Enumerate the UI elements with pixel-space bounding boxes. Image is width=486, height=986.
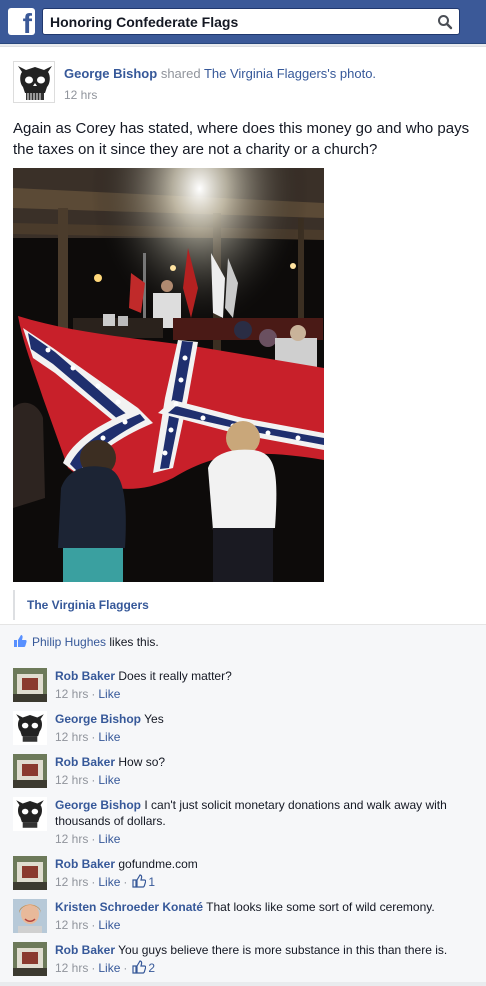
comment-like-count[interactable]: 1 xyxy=(148,875,155,889)
comment-author-link[interactable]: Kristen Schroeder Konaté xyxy=(55,900,203,914)
comment-text: gofundme.com xyxy=(118,857,198,871)
skull-avatar-icon xyxy=(13,711,47,745)
page-name-link[interactable]: The Virginia Flaggers xyxy=(204,66,327,81)
possessive[interactable]: 's xyxy=(327,66,336,81)
comment-time[interactable]: 12 hrs xyxy=(55,918,88,932)
comment-time[interactable]: 12 hrs xyxy=(55,730,88,744)
post-photo[interactable] xyxy=(13,168,324,582)
avatar[interactable] xyxy=(13,899,47,933)
post-author-link[interactable]: George Bishop xyxy=(64,66,157,81)
likes-text: likes this. xyxy=(106,635,159,649)
like-button[interactable]: Like xyxy=(98,961,120,975)
avatar[interactable] xyxy=(13,856,47,890)
rob-baker-avatar-icon xyxy=(13,856,47,890)
rob-baker-avatar-icon xyxy=(13,668,47,702)
comment-time[interactable]: 12 hrs xyxy=(55,687,88,701)
comment-text: How so? xyxy=(118,755,166,769)
comment-author-link[interactable]: Rob Baker xyxy=(55,669,115,683)
post-text: Again as Corey has stated, where does th… xyxy=(13,120,470,158)
post-timestamp[interactable]: 12 hrs xyxy=(64,88,97,102)
avatar[interactable] xyxy=(13,942,47,976)
rob-baker-avatar-icon xyxy=(13,754,47,788)
comments-section: Rob Baker Does it really matter? 12 hrs ·… xyxy=(0,658,486,982)
like-button[interactable]: Like xyxy=(98,730,120,744)
thumbs-up-icon xyxy=(132,874,147,888)
photo-link[interactable]: photo. xyxy=(340,66,376,81)
skull-avatar-icon xyxy=(14,62,54,102)
comment-text: You guys believe there is more substance… xyxy=(118,943,448,957)
comment-time[interactable]: 12 hrs xyxy=(55,832,88,846)
photo-attribution: The Virginia Flaggers xyxy=(13,590,149,620)
comment-author-link[interactable]: George Bishop xyxy=(55,798,141,812)
flag-photo-image xyxy=(13,168,324,582)
like-button[interactable]: Like xyxy=(98,687,120,701)
comment-author-link[interactable]: Rob Baker xyxy=(55,857,115,871)
thumbs-up-icon xyxy=(14,635,27,647)
comment-like-count[interactable]: 2 xyxy=(148,961,155,975)
top-bar: f Honoring Confederate Flags xyxy=(0,0,486,44)
search-bar[interactable]: Honoring Confederate Flags xyxy=(42,8,460,35)
search-input[interactable]: Honoring Confederate Flags xyxy=(50,14,238,30)
kristen-avatar-icon xyxy=(13,899,47,933)
skull-avatar-icon xyxy=(13,797,47,831)
comment-time[interactable]: 12 hrs xyxy=(55,773,88,787)
avatar[interactable] xyxy=(13,668,47,702)
thumbs-up-icon xyxy=(132,960,147,974)
avatar[interactable] xyxy=(13,711,47,745)
comment-author-link[interactable]: Rob Baker xyxy=(55,755,115,769)
like-button[interactable]: Like xyxy=(98,875,120,889)
rob-baker-avatar-icon xyxy=(13,942,47,976)
comment-text: Does it really matter? xyxy=(118,669,232,683)
comment-time[interactable]: 12 hrs xyxy=(55,875,88,889)
comment-author-link[interactable]: George Bishop xyxy=(55,712,141,726)
comment-text: That looks like some sort of wild ceremo… xyxy=(206,900,435,914)
likes-summary: Philip Hughes likes this. xyxy=(0,625,486,659)
facebook-logo-icon[interactable]: f xyxy=(8,8,35,38)
avatar[interactable] xyxy=(13,61,55,103)
avatar[interactable] xyxy=(13,797,47,831)
post-header: George Bishop shared The Virginia Flagge… xyxy=(64,66,376,81)
like-button[interactable]: Like xyxy=(98,918,120,932)
comment-text: Yes xyxy=(144,712,164,726)
comment-author-link[interactable]: Rob Baker xyxy=(55,943,115,957)
like-button[interactable]: Like xyxy=(98,832,120,846)
search-icon[interactable] xyxy=(437,14,453,30)
liker-name-link[interactable]: Philip Hughes xyxy=(32,635,106,649)
attribution-link[interactable]: The Virginia Flaggers xyxy=(27,598,149,612)
comment-time[interactable]: 12 hrs xyxy=(55,961,88,975)
like-button[interactable]: Like xyxy=(98,773,120,787)
shared-word: shared xyxy=(160,66,201,81)
avatar[interactable] xyxy=(13,754,47,788)
